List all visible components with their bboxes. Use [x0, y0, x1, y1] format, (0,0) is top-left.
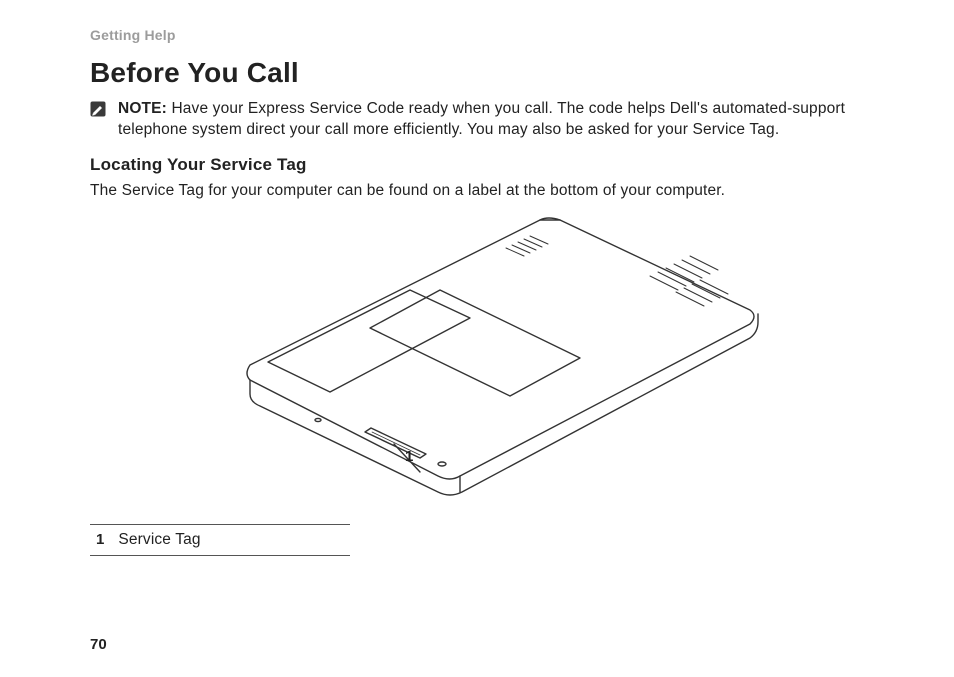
note-body: Have your Express Service Code ready whe…	[118, 100, 845, 138]
subheading-locating-service-tag: Locating Your Service Tag	[90, 155, 894, 175]
manual-page: Getting Help Before You Call NOTE: Have …	[0, 0, 954, 677]
body-paragraph: The Service Tag for your computer can be…	[90, 181, 894, 202]
note-block: NOTE: Have your Express Service Code rea…	[90, 99, 894, 141]
laptop-bottom-illustration	[210, 210, 770, 500]
page-number: 70	[90, 636, 107, 653]
figure-laptop-bottom: 1	[210, 210, 770, 500]
running-header: Getting Help	[90, 27, 894, 43]
note-text: NOTE: Have your Express Service Code rea…	[118, 99, 894, 141]
figure-legend: 1 Service Tag	[90, 524, 350, 556]
note-label: NOTE:	[118, 100, 167, 117]
legend-item-label: Service Tag	[118, 531, 200, 549]
note-icon	[90, 101, 106, 117]
legend-item-number: 1	[90, 531, 104, 548]
figure-callout-number: 1	[405, 448, 413, 465]
page-title: Before You Call	[90, 57, 894, 89]
